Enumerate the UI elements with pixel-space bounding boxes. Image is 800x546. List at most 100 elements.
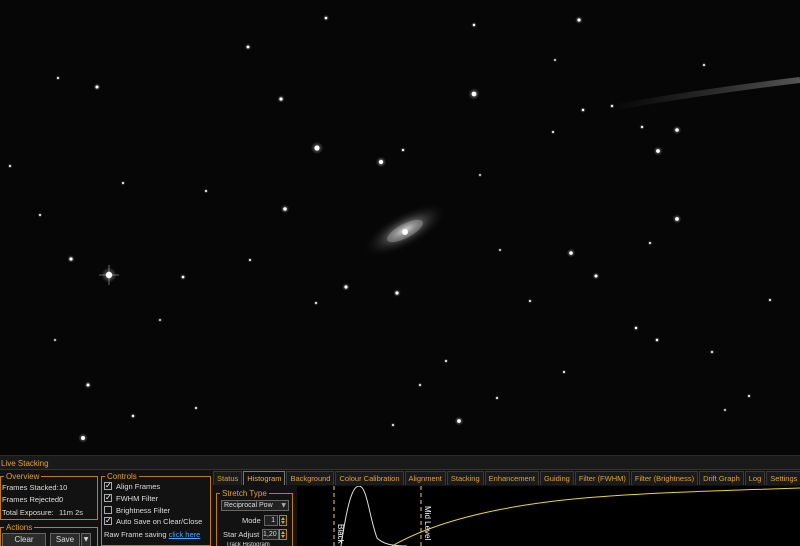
fwhm-filter-checkbox[interactable]: FWHM Filter xyxy=(104,493,158,503)
star xyxy=(344,285,348,289)
actions-label: Actions xyxy=(4,523,35,532)
star xyxy=(457,419,461,423)
stretch-type-select[interactable]: Reciprocal Pow ▼ xyxy=(221,500,289,511)
track-histogram-label: Track Histogram xyxy=(226,542,270,546)
stretch-curve xyxy=(391,487,800,546)
star xyxy=(471,91,477,97)
star xyxy=(131,414,135,418)
raw-frame-text: Raw Frame saving xyxy=(104,530,167,539)
star xyxy=(395,291,399,295)
tab-log[interactable]: Log xyxy=(744,471,766,485)
total-exposure-value: 11m 2s xyxy=(59,508,84,517)
star xyxy=(569,251,573,255)
star xyxy=(57,77,59,79)
star xyxy=(181,275,185,279)
tab-alignment[interactable]: Alignment xyxy=(404,471,446,485)
tab-background[interactable]: Background xyxy=(286,471,335,485)
brightness-filter-label: Brightness Filter xyxy=(116,505,171,515)
total-exposure-label: Total Exposure: xyxy=(2,508,54,517)
mode-stepper[interactable] xyxy=(279,515,287,526)
star xyxy=(563,371,565,373)
clear-button[interactable]: Clear xyxy=(2,533,46,546)
star xyxy=(554,59,556,61)
tab-colour-calibration[interactable]: Colour Calibration xyxy=(335,471,404,485)
align-frames-checkbox[interactable]: Align Frames xyxy=(104,481,160,491)
tab-status[interactable]: Status xyxy=(213,471,243,485)
stretch-type-label: Stretch Type xyxy=(220,489,269,498)
star xyxy=(324,16,328,20)
panel-title-bar: Live Stacking xyxy=(0,456,800,470)
stretch-type-value: Reciprocal Pow xyxy=(224,502,273,509)
fwhm-filter-check-icon[interactable] xyxy=(104,493,112,502)
tab-strip: Status Histogram Background Colour Calibrat… xyxy=(213,471,800,485)
frames-rejected-label: Frames Rejected: xyxy=(2,495,62,504)
raw-frame-link[interactable]: click here xyxy=(169,530,201,539)
tab-filter-brightness[interactable]: Filter (Brightness) xyxy=(630,471,699,485)
histogram-peak xyxy=(340,486,408,546)
star xyxy=(675,128,679,132)
controls-label: Controls xyxy=(105,472,139,481)
star xyxy=(655,338,659,342)
chevron-down-icon: ▼ xyxy=(281,502,286,509)
tab-settings[interactable]: Settings xyxy=(766,471,800,485)
auto-save-check-icon[interactable] xyxy=(104,516,112,525)
mode-label: Mode xyxy=(242,516,261,525)
brightness-filter-checkbox[interactable]: Brightness Filter xyxy=(104,505,170,515)
star xyxy=(711,351,713,353)
star xyxy=(610,104,614,108)
tab-histogram[interactable]: Histogram xyxy=(243,471,286,485)
save-dropdown-button[interactable]: ▼ xyxy=(81,533,91,546)
mode-input[interactable]: 1 xyxy=(264,515,278,526)
star xyxy=(279,97,283,101)
star xyxy=(496,397,498,399)
star xyxy=(724,409,726,411)
star xyxy=(205,190,207,192)
star-adjust-stepper[interactable] xyxy=(279,529,287,540)
tab-filter-fwhm[interactable]: Filter (FWHM) xyxy=(574,471,630,485)
save-button[interactable]: Save xyxy=(50,533,80,546)
align-frames-check-icon[interactable] xyxy=(104,481,112,490)
image-viewer[interactable] xyxy=(0,0,800,455)
star xyxy=(479,174,481,176)
raw-frame-saving: Raw Frame saving click here xyxy=(104,530,200,539)
star xyxy=(81,436,85,440)
star xyxy=(315,302,317,304)
tab-drift-graph[interactable]: Drift Graph xyxy=(699,471,744,485)
stacked-image xyxy=(0,0,800,455)
brightness-filter-check-icon[interactable] xyxy=(104,506,112,514)
tab-stacking[interactable]: Stacking xyxy=(446,471,484,485)
star xyxy=(392,424,394,426)
star xyxy=(122,182,124,184)
auto-save-checkbox[interactable]: Auto Save on Clear/Close xyxy=(104,516,202,526)
star xyxy=(401,148,405,152)
star xyxy=(314,145,320,151)
star xyxy=(86,383,90,387)
star xyxy=(499,249,501,251)
histogram-chart[interactable]: Black L Mid Level xyxy=(297,486,800,546)
frames-stacked-label: Frames Stacked: xyxy=(2,483,59,492)
panel-title: Live Stacking xyxy=(1,459,49,468)
star-adjust-label: Star Adjust xyxy=(223,530,260,539)
star xyxy=(69,257,73,261)
frames-rejected-value: 0 xyxy=(59,495,64,504)
star xyxy=(95,85,99,89)
star-adjust-input[interactable]: 1,20 xyxy=(262,529,279,540)
star xyxy=(634,326,638,330)
frames-stacked-value: 10 xyxy=(59,483,68,492)
star xyxy=(283,207,287,211)
star xyxy=(419,384,421,386)
star xyxy=(159,319,161,321)
star xyxy=(529,300,531,302)
star xyxy=(577,18,581,22)
overview-label: Overview xyxy=(4,472,42,481)
histogram-svg: Black L Mid Level xyxy=(333,486,800,546)
star xyxy=(249,259,251,261)
tab-guiding[interactable]: Guiding xyxy=(539,471,574,485)
align-frames-label: Align Frames xyxy=(116,481,161,491)
tab-enhancement[interactable]: Enhancement xyxy=(484,471,539,485)
star xyxy=(748,395,750,397)
star xyxy=(703,64,705,66)
star xyxy=(656,149,660,153)
star xyxy=(581,108,585,112)
star xyxy=(472,23,476,27)
